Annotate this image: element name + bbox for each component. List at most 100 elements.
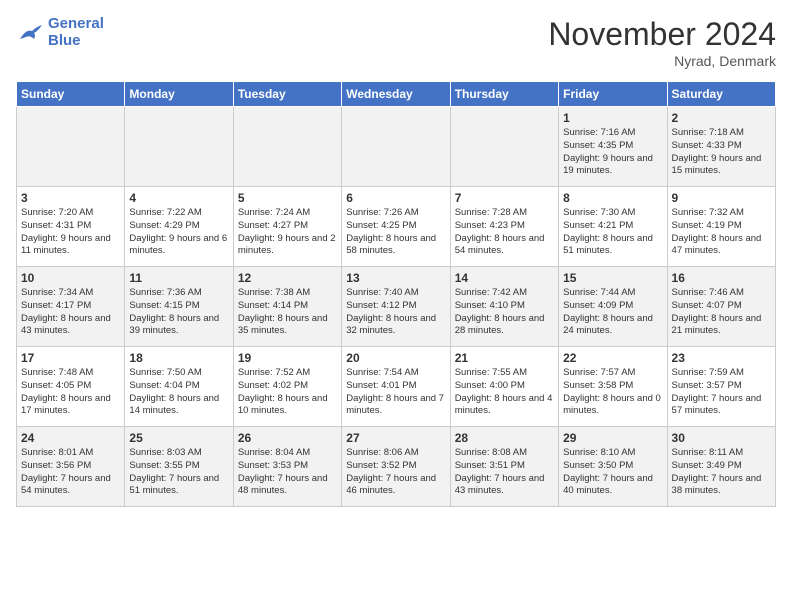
cell-details: Sunrise: 7:34 AM Sunset: 4:17 PM Dayligh…	[21, 287, 120, 338]
calendar-cell: 10Sunrise: 7:34 AM Sunset: 4:17 PM Dayli…	[17, 267, 125, 347]
cell-details: Sunrise: 7:50 AM Sunset: 4:04 PM Dayligh…	[129, 367, 228, 418]
calendar-cell: 18Sunrise: 7:50 AM Sunset: 4:04 PM Dayli…	[125, 347, 233, 427]
calendar-cell: 9 Sunrise: 7:32 AM Sunset: 4:19 PM Daylig…	[667, 187, 775, 267]
calendar-week-row: 24 Sunrise: 8:01 AM Sunset: 3:56 PM Dayli…	[17, 427, 776, 507]
calendar-cell: 30 Sunrise: 8:11 AM Sunset: 3:49 PM Dayli…	[667, 427, 775, 507]
cell-details: Sunrise: 7:57 AM Sunset: 3:58 PM Dayligh…	[563, 367, 662, 418]
calendar-cell: 17 Sunrise: 7:48 AM Sunset: 4:05 PM Dayli…	[17, 347, 125, 427]
day-number: 24	[21, 431, 120, 445]
calendar-cell: 20Sunrise: 7:54 AM Sunset: 4:01 PM Dayli…	[342, 347, 450, 427]
title-area: November 2024 Nyrad, Denmark	[548, 16, 776, 69]
calendar-cell: 21 Sunrise: 7:55 AM Sunset: 4:00 PM Dayli…	[450, 347, 558, 427]
day-number: 7	[455, 191, 554, 205]
calendar-cell: 14 Sunrise: 7:42 AM Sunset: 4:10 PM Dayli…	[450, 267, 558, 347]
day-number: 5	[238, 191, 337, 205]
day-number: 21	[455, 351, 554, 365]
location-subtitle: Nyrad, Denmark	[548, 53, 776, 69]
cell-details: Sunrise: 7:38 AM Sunset: 4:14 PM Dayligh…	[238, 287, 337, 338]
calendar-week-row: 1 Sunrise: 7:16 AM Sunset: 4:35 PM Daylig…	[17, 107, 776, 187]
calendar-cell: 2Sunrise: 7:18 AM Sunset: 4:33 PM Daylig…	[667, 107, 775, 187]
cell-details: Sunrise: 8:11 AM Sunset: 3:49 PM Dayligh…	[672, 447, 771, 498]
cell-details: Sunrise: 8:01 AM Sunset: 3:56 PM Dayligh…	[21, 447, 120, 498]
calendar-cell: 12 Sunrise: 7:38 AM Sunset: 4:14 PM Dayli…	[233, 267, 341, 347]
calendar-cell: 4 Sunrise: 7:22 AM Sunset: 4:29 PM Daylig…	[125, 187, 233, 267]
calendar-cell: 16 Sunrise: 7:46 AM Sunset: 4:07 PM Dayli…	[667, 267, 775, 347]
day-number: 16	[672, 271, 771, 285]
header-saturday: Saturday	[667, 82, 775, 107]
cell-details: Sunrise: 7:36 AM Sunset: 4:15 PM Dayligh…	[129, 287, 228, 338]
cell-details: Sunrise: 7:54 AM Sunset: 4:01 PM Dayligh…	[346, 367, 445, 418]
day-number: 14	[455, 271, 554, 285]
cell-details: Sunrise: 7:26 AM Sunset: 4:25 PM Dayligh…	[346, 207, 445, 258]
header-monday: Monday	[125, 82, 233, 107]
header-wednesday: Wednesday	[342, 82, 450, 107]
day-number: 4	[129, 191, 228, 205]
calendar-cell	[125, 107, 233, 187]
header-tuesday: Tuesday	[233, 82, 341, 107]
calendar-cell: 6 Sunrise: 7:26 AM Sunset: 4:25 PM Daylig…	[342, 187, 450, 267]
cell-details: Sunrise: 7:18 AM Sunset: 4:33 PM Dayligh…	[672, 127, 771, 178]
day-number: 9	[672, 191, 771, 205]
cell-details: Sunrise: 7:28 AM Sunset: 4:23 PM Dayligh…	[455, 207, 554, 258]
cell-details: Sunrise: 7:42 AM Sunset: 4:10 PM Dayligh…	[455, 287, 554, 338]
calendar-week-row: 10Sunrise: 7:34 AM Sunset: 4:17 PM Dayli…	[17, 267, 776, 347]
cell-details: Sunrise: 7:24 AM Sunset: 4:27 PM Dayligh…	[238, 207, 337, 258]
calendar-week-row: 3Sunrise: 7:20 AM Sunset: 4:31 PM Daylig…	[17, 187, 776, 267]
calendar-cell: 1 Sunrise: 7:16 AM Sunset: 4:35 PM Daylig…	[559, 107, 667, 187]
cell-details: Sunrise: 7:44 AM Sunset: 4:09 PM Dayligh…	[563, 287, 662, 338]
cell-details: Sunrise: 8:10 AM Sunset: 3:50 PM Dayligh…	[563, 447, 662, 498]
calendar-cell	[17, 107, 125, 187]
day-number: 30	[672, 431, 771, 445]
logo-icon	[16, 21, 44, 45]
cell-details: Sunrise: 7:40 AM Sunset: 4:12 PM Dayligh…	[346, 287, 445, 338]
calendar-cell	[233, 107, 341, 187]
day-number: 28	[455, 431, 554, 445]
day-number: 17	[21, 351, 120, 365]
calendar-cell: 3Sunrise: 7:20 AM Sunset: 4:31 PM Daylig…	[17, 187, 125, 267]
calendar-cell: 7 Sunrise: 7:28 AM Sunset: 4:23 PM Daylig…	[450, 187, 558, 267]
day-number: 22	[563, 351, 662, 365]
cell-details: Sunrise: 7:22 AM Sunset: 4:29 PM Dayligh…	[129, 207, 228, 258]
calendar-cell	[342, 107, 450, 187]
calendar-table: Sunday Monday Tuesday Wednesday Thursday…	[16, 81, 776, 507]
header-thursday: Thursday	[450, 82, 558, 107]
calendar-cell: 11 Sunrise: 7:36 AM Sunset: 4:15 PM Dayli…	[125, 267, 233, 347]
logo-text: General Blue	[48, 16, 104, 49]
calendar-cell: 22 Sunrise: 7:57 AM Sunset: 3:58 PM Dayli…	[559, 347, 667, 427]
day-number: 19	[238, 351, 337, 365]
day-number: 1	[563, 111, 662, 125]
day-number: 27	[346, 431, 445, 445]
cell-details: Sunrise: 7:30 AM Sunset: 4:21 PM Dayligh…	[563, 207, 662, 258]
day-number: 12	[238, 271, 337, 285]
header-friday: Friday	[559, 82, 667, 107]
cell-details: Sunrise: 8:03 AM Sunset: 3:55 PM Dayligh…	[129, 447, 228, 498]
calendar-cell: 27 Sunrise: 8:06 AM Sunset: 3:52 PM Dayli…	[342, 427, 450, 507]
day-number: 23	[672, 351, 771, 365]
calendar-header-row: Sunday Monday Tuesday Wednesday Thursday…	[17, 82, 776, 107]
day-number: 26	[238, 431, 337, 445]
cell-details: Sunrise: 7:48 AM Sunset: 4:05 PM Dayligh…	[21, 367, 120, 418]
day-number: 6	[346, 191, 445, 205]
calendar-cell: 26Sunrise: 8:04 AM Sunset: 3:53 PM Dayli…	[233, 427, 341, 507]
calendar-cell: 24 Sunrise: 8:01 AM Sunset: 3:56 PM Dayli…	[17, 427, 125, 507]
day-number: 13	[346, 271, 445, 285]
cell-details: Sunrise: 7:16 AM Sunset: 4:35 PM Dayligh…	[563, 127, 662, 178]
calendar-cell: 28Sunrise: 8:08 AM Sunset: 3:51 PM Dayli…	[450, 427, 558, 507]
cell-details: Sunrise: 7:59 AM Sunset: 3:57 PM Dayligh…	[672, 367, 771, 418]
day-number: 15	[563, 271, 662, 285]
day-number: 8	[563, 191, 662, 205]
cell-details: Sunrise: 7:52 AM Sunset: 4:02 PM Dayligh…	[238, 367, 337, 418]
cell-details: Sunrise: 7:55 AM Sunset: 4:00 PM Dayligh…	[455, 367, 554, 418]
day-number: 3	[21, 191, 120, 205]
day-number: 29	[563, 431, 662, 445]
calendar-cell: 23 Sunrise: 7:59 AM Sunset: 3:57 PM Dayli…	[667, 347, 775, 427]
calendar-cell: 8 Sunrise: 7:30 AM Sunset: 4:21 PM Daylig…	[559, 187, 667, 267]
cell-details: Sunrise: 7:46 AM Sunset: 4:07 PM Dayligh…	[672, 287, 771, 338]
cell-details: Sunrise: 8:06 AM Sunset: 3:52 PM Dayligh…	[346, 447, 445, 498]
calendar-cell: 19 Sunrise: 7:52 AM Sunset: 4:02 PM Dayli…	[233, 347, 341, 427]
cell-details: Sunrise: 7:32 AM Sunset: 4:19 PM Dayligh…	[672, 207, 771, 258]
calendar-cell: 13 Sunrise: 7:40 AM Sunset: 4:12 PM Dayli…	[342, 267, 450, 347]
day-number: 11	[129, 271, 228, 285]
calendar-cell: 5 Sunrise: 7:24 AM Sunset: 4:27 PM Daylig…	[233, 187, 341, 267]
calendar-cell	[450, 107, 558, 187]
